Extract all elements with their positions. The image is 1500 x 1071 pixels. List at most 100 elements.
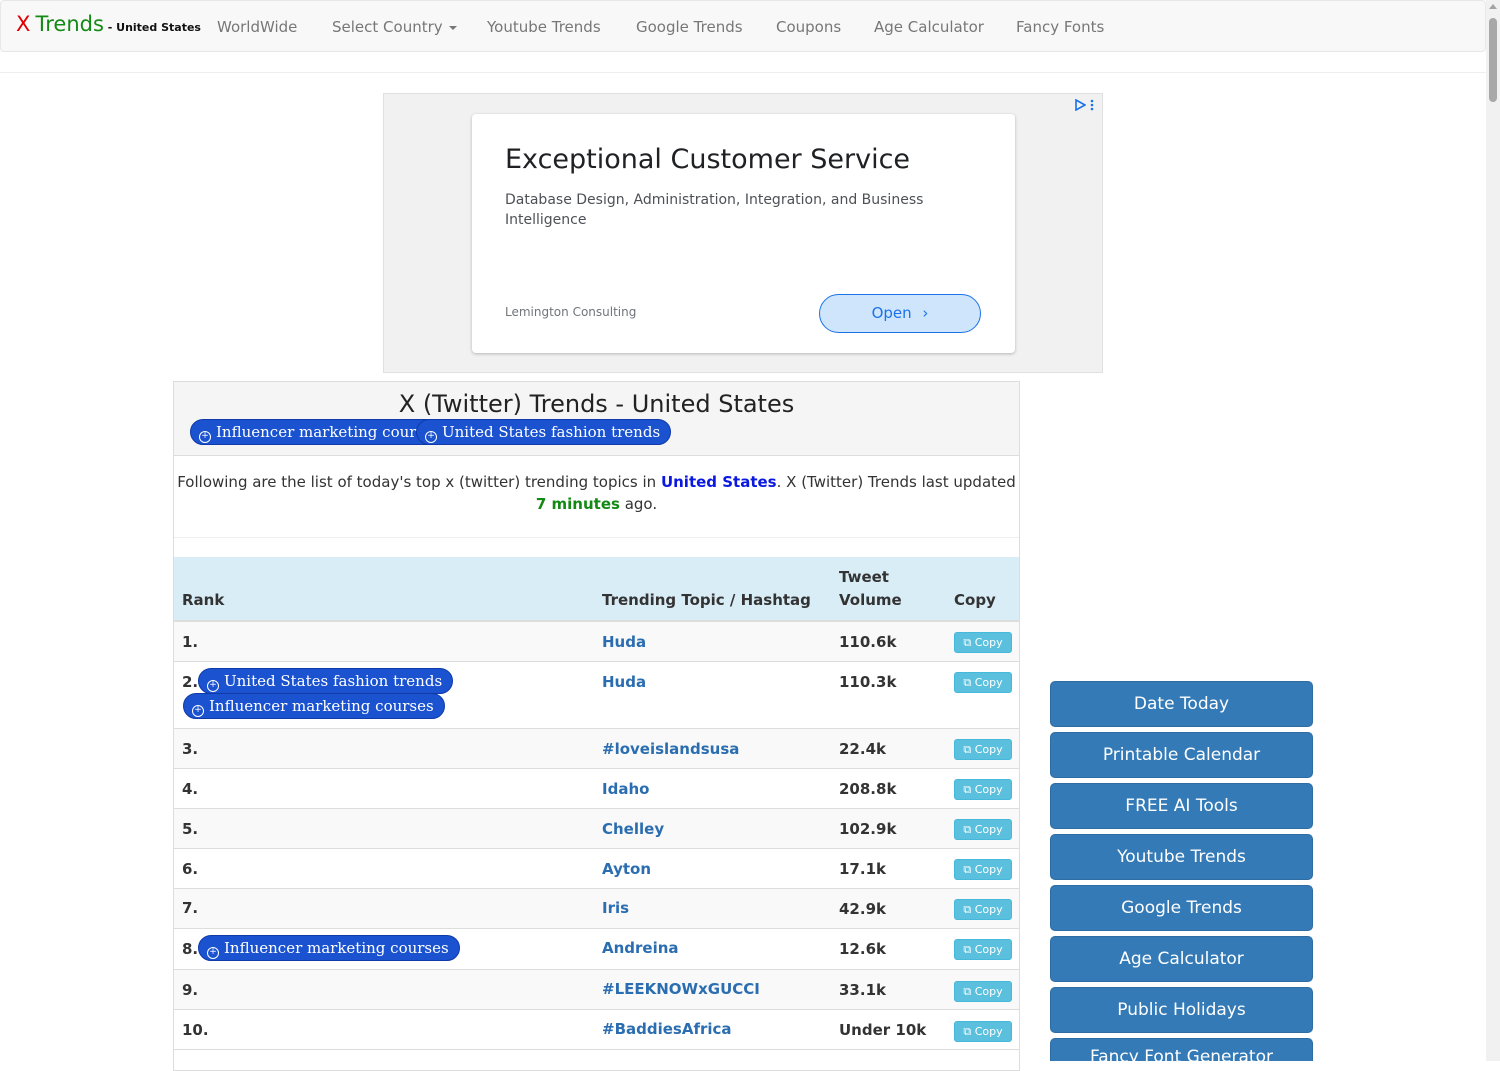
copy-label: Copy	[974, 823, 1003, 836]
volume-cell: 110.3k	[839, 673, 897, 691]
copy-button[interactable]: ⧉ Copy	[954, 632, 1012, 653]
rank-cell: 6.	[182, 860, 199, 878]
topic-link[interactable]: #loveislandsusa	[602, 740, 739, 758]
copy-icon: ⧉	[963, 863, 972, 876]
copy-button[interactable]: ⧉ Copy	[954, 859, 1012, 880]
table-row: 1. Huda 110.6k ⧉ Copy	[174, 622, 1019, 662]
rank-cell: 5.	[182, 820, 199, 838]
header-copy: Copy	[954, 591, 996, 609]
nav-age-calculator[interactable]: Age Calculator	[874, 18, 984, 36]
pill-label: United States fashion trends	[224, 672, 443, 690]
rank-cell: 4.	[182, 780, 199, 798]
brand-trends: Trends	[35, 12, 104, 36]
nav-fancy-fonts[interactable]: Fancy Fonts	[1016, 18, 1104, 36]
intro-middle: . X (Twitter) Trends last updated	[776, 473, 1016, 491]
nav-google-trends[interactable]: Google Trends	[636, 18, 743, 36]
header-pill-fashion[interactable]: + United States fashion trends	[416, 419, 672, 445]
trends-panel: X (Twitter) Trends - United States + Infl…	[173, 381, 1020, 1071]
table-row: 10. #BaddiesAfrica Under 10k ⧉ Copy	[174, 1010, 1019, 1050]
topic-link[interactable]: Huda	[602, 633, 646, 651]
copy-icon: ⧉	[963, 743, 972, 756]
intro-after: ago.	[619, 495, 658, 513]
row-pill-influencer[interactable]: + Influencer marketing courses	[183, 693, 445, 719]
sidebar-date-today-button[interactable]: Date Today	[1050, 681, 1313, 727]
nav-coupons[interactable]: Coupons	[776, 18, 841, 36]
sidebar-youtube-trends-button[interactable]: Youtube Trends	[1050, 834, 1313, 880]
rank-cell: 9.	[182, 981, 199, 999]
pill-label: United States fashion trends	[442, 423, 661, 441]
row-pill-influencer[interactable]: + Influencer marketing courses	[198, 935, 460, 961]
ad-description: Database Design, Administration, Integra…	[505, 192, 924, 228]
header-volume: Tweet Volume	[839, 568, 902, 609]
topic-link[interactable]: Iris	[602, 899, 629, 917]
copy-button[interactable]: ⧉ Copy	[954, 1021, 1012, 1042]
nav-youtube-trends[interactable]: Youtube Trends	[487, 18, 601, 36]
header-pill-influencer[interactable]: + Influencer marketing courses	[190, 419, 452, 445]
country-link[interactable]: United States	[661, 473, 777, 491]
topic-link[interactable]: #BaddiesAfrica	[602, 1020, 732, 1038]
topic-link[interactable]: #LEEKNOWxGUCCI	[602, 980, 760, 998]
ad-title[interactable]: Exceptional Customer Service	[505, 144, 910, 175]
copy-icon: ⧉	[963, 943, 972, 956]
volume-cell: 22.4k	[839, 740, 886, 758]
copy-button[interactable]: ⧉ Copy	[954, 672, 1012, 693]
copy-button[interactable]: ⧉ Copy	[954, 779, 1012, 800]
pill-label: Influencer marketing courses	[216, 423, 441, 441]
topic-link[interactable]: Chelley	[602, 820, 664, 838]
copy-button[interactable]: ⧉ Copy	[954, 819, 1012, 840]
rank-cell: 10.	[182, 1021, 209, 1039]
ad-advertiser: Lemington Consulting	[505, 305, 637, 319]
brand-logo[interactable]: X Trends - United States	[16, 12, 201, 36]
topic-link[interactable]: Idaho	[602, 780, 649, 798]
rank-cell: 8.	[182, 940, 199, 958]
sidebar-age-calculator-button[interactable]: Age Calculator	[1050, 936, 1313, 982]
updated-minutes: 7 minutes	[535, 495, 620, 513]
plus-circle-icon: +	[207, 947, 219, 959]
brand-country: - United States	[103, 21, 201, 34]
volume-cell: Under 10k	[839, 1021, 927, 1039]
brand-x: X	[16, 12, 31, 36]
topic-link[interactable]: Huda	[602, 673, 646, 691]
plus-circle-icon: +	[192, 705, 204, 717]
sidebar-printable-calendar-button[interactable]: Printable Calendar	[1050, 732, 1313, 778]
copy-icon: ⧉	[963, 903, 972, 916]
ad-card[interactable]: Exceptional Customer Service Database De…	[472, 114, 1015, 353]
scroll-up-arrow-icon[interactable]	[1489, 4, 1497, 9]
scrollbar-thumb[interactable]	[1489, 18, 1497, 102]
table-row: 8. + Influencer marketing courses Andrein…	[174, 929, 1019, 970]
ad-open-button[interactable]: Open ›	[819, 294, 981, 333]
row-pill-fashion[interactable]: + United States fashion trends	[198, 668, 454, 694]
topic-link[interactable]: Andreina	[602, 939, 679, 957]
copy-button[interactable]: ⧉ Copy	[954, 739, 1012, 760]
copy-button[interactable]: ⧉ Copy	[954, 939, 1012, 960]
copy-label: Copy	[974, 903, 1003, 916]
volume-cell: 110.6k	[839, 633, 897, 651]
nav-worldwide[interactable]: WorldWide	[217, 18, 297, 36]
copy-icon: ⧉	[963, 985, 972, 998]
sidebar-public-holidays-button[interactable]: Public Holidays	[1050, 987, 1313, 1033]
table-row: 9. #LEEKNOWxGUCCI 33.1k ⧉ Copy	[174, 970, 1019, 1010]
copy-icon: ⧉	[963, 783, 972, 796]
rank-cell: 1.	[182, 633, 199, 651]
table-row: 7. Iris 42.9k ⧉ Copy	[174, 889, 1019, 929]
nav-select-country-label: Select Country	[332, 18, 443, 36]
nav-select-country[interactable]: Select Country	[332, 18, 457, 36]
caret-down-icon	[448, 25, 457, 30]
sidebar-fancy-font-generator-button[interactable]: Fancy Font Generator	[1050, 1038, 1313, 1061]
copy-label: Copy	[974, 676, 1003, 689]
intro-text: Following are the list of today's top x …	[174, 471, 1019, 515]
volume-cell: 12.6k	[839, 940, 886, 958]
ad-container: Exceptional Customer Service Database De…	[383, 93, 1103, 373]
ad-choices-icon[interactable]	[1074, 97, 1094, 111]
header-topic: Trending Topic / Hashtag	[602, 591, 811, 609]
scrollbar[interactable]	[1486, 0, 1500, 1061]
topic-link[interactable]: Ayton	[602, 860, 651, 878]
volume-cell: 17.1k	[839, 860, 886, 878]
ad-open-label: Open	[871, 304, 912, 322]
volume-cell: 42.9k	[839, 900, 886, 918]
sidebar-google-trends-button[interactable]: Google Trends	[1050, 885, 1313, 931]
copy-label: Copy	[974, 943, 1003, 956]
copy-button[interactable]: ⧉ Copy	[954, 899, 1012, 920]
copy-button[interactable]: ⧉ Copy	[954, 981, 1012, 1002]
sidebar-free-ai-tools-button[interactable]: FREE AI Tools	[1050, 783, 1313, 829]
